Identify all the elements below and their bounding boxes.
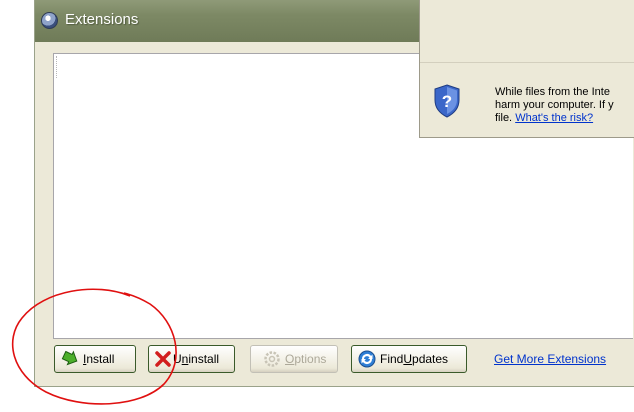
options-gear-icon: [264, 351, 280, 367]
window-title: Extensions: [65, 11, 139, 28]
whats-the-risk-link[interactable]: What's the risk?: [515, 112, 593, 124]
dialog-header: [420, 0, 634, 63]
install-arrow-icon: [61, 350, 78, 366]
focus-indicator: [56, 56, 62, 78]
find-updates-button[interactable]: Find Updates: [351, 345, 467, 373]
security-warning-text: While files from the Inte harm your comp…: [495, 86, 614, 124]
security-warning-dialog: ? While files from the Inte harm your co…: [419, 0, 634, 138]
find-updates-icon: [358, 350, 376, 368]
uninstall-x-icon: [155, 351, 171, 367]
get-more-extensions-link[interactable]: Get More Extensions: [494, 352, 606, 366]
svg-text:?: ?: [442, 92, 452, 111]
uninstall-button[interactable]: Un install: [148, 345, 235, 373]
extensions-app-icon: [41, 12, 58, 29]
install-button[interactable]: Install: [54, 345, 136, 373]
security-shield-icon: ?: [434, 84, 460, 118]
options-button[interactable]: Options: [250, 345, 338, 373]
